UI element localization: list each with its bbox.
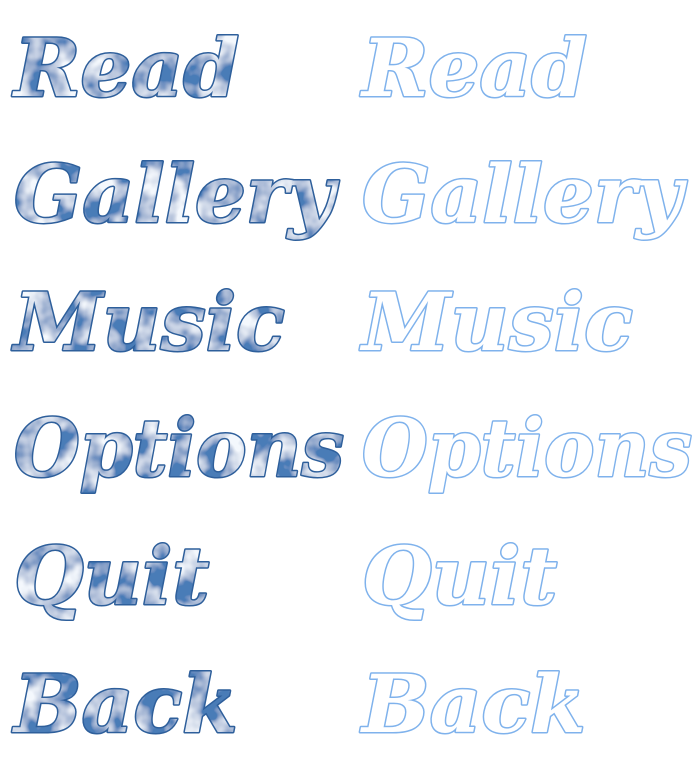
back-button-hover[interactable]: Back (11, 656, 240, 753)
back-button-idle[interactable]: Back (359, 656, 588, 753)
options-button-hover[interactable]: Options (13, 400, 346, 497)
quit-button-hover[interactable]: Quit (13, 528, 211, 625)
options-button-idle[interactable]: Options (361, 400, 694, 497)
music-button-hover[interactable]: Music (10, 274, 287, 371)
music-button-idle[interactable]: Music (358, 274, 635, 371)
read-button-hover[interactable]: Read (11, 20, 241, 117)
idle-state-column: Read Gallery Music Options Quit Back (358, 20, 694, 753)
gallery-button-hover[interactable]: Gallery (13, 146, 342, 243)
hover-state-column: Read Gallery Music Options Quit Back (10, 20, 346, 753)
quit-button-idle[interactable]: Quit (361, 528, 559, 625)
gallery-button-idle[interactable]: Gallery (361, 146, 690, 243)
menu-sprite-sheet: Read Gallery Music Options Quit Back Rea… (10, 20, 694, 753)
read-button-idle[interactable]: Read (359, 20, 589, 117)
